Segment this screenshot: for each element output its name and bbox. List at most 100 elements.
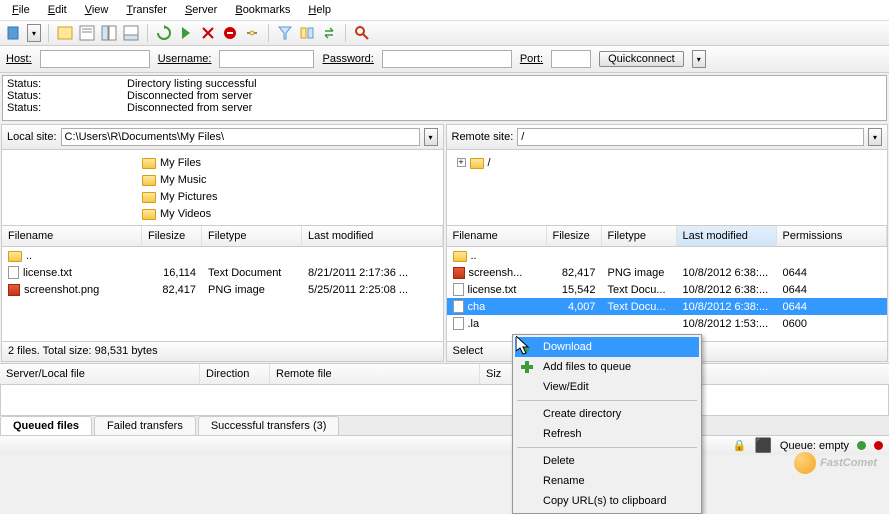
reconnect-icon[interactable] bbox=[243, 24, 261, 42]
menu-help[interactable]: Help bbox=[300, 2, 339, 18]
col-filetype[interactable]: Filetype bbox=[602, 226, 677, 246]
host-label: Host: bbox=[6, 53, 32, 65]
menu-rename[interactable]: Rename bbox=[515, 471, 699, 491]
watermark-icon bbox=[794, 452, 816, 474]
quickconnect-bar: Host: Username: Password: Port: Quickcon… bbox=[0, 46, 889, 73]
tree-node[interactable]: My Videos bbox=[142, 205, 443, 222]
local-file-list[interactable]: Filename Filesize Filetype Last modified… bbox=[2, 226, 443, 341]
cancel-icon[interactable] bbox=[199, 24, 217, 42]
toolbar: ▾ bbox=[0, 21, 889, 46]
menu-file[interactable]: File bbox=[4, 2, 38, 18]
col-filetype[interactable]: Filetype bbox=[202, 226, 302, 246]
toggle-queue-icon[interactable] bbox=[122, 24, 140, 42]
username-input[interactable] bbox=[219, 50, 314, 68]
col-server-file[interactable]: Server/Local file bbox=[0, 364, 200, 384]
col-lastmod[interactable]: Last modified bbox=[677, 226, 777, 246]
local-status: 2 files. Total size: 98,531 bytes bbox=[2, 341, 443, 361]
process-queue-icon[interactable] bbox=[177, 24, 195, 42]
toolbar-sep bbox=[147, 24, 148, 42]
list-row-parent[interactable]: .. bbox=[447, 247, 888, 264]
remote-path-dropdown[interactable]: ▾ bbox=[868, 128, 882, 146]
list-row[interactable]: license.txt 15,542 Text Docu... 10/8/201… bbox=[447, 281, 888, 298]
list-row-selected[interactable]: cha 4,007 Text Docu... 10/8/2012 6:38:..… bbox=[447, 298, 888, 315]
menu-copy-url[interactable]: Copy URL(s) to clipboard bbox=[515, 491, 699, 511]
port-input[interactable] bbox=[551, 50, 591, 68]
folder-icon bbox=[142, 192, 156, 203]
col-filesize[interactable]: Filesize bbox=[547, 226, 602, 246]
menu-separator bbox=[517, 447, 697, 448]
menu-separator bbox=[517, 400, 697, 401]
tree-node[interactable]: My Files bbox=[142, 154, 443, 171]
tree-node[interactable]: My Music bbox=[142, 171, 443, 188]
remote-file-list[interactable]: Filename Filesize Filetype Last modified… bbox=[447, 226, 888, 341]
remote-path-input[interactable] bbox=[517, 128, 864, 146]
menu-view-edit[interactable]: View/Edit bbox=[515, 377, 699, 397]
queue-status: Queue: empty bbox=[780, 440, 849, 452]
col-permissions[interactable]: Permissions bbox=[777, 226, 888, 246]
menu-bar: File Edit View Transfer Server Bookmarks… bbox=[0, 0, 889, 21]
quickconnect-dropdown[interactable]: ▾ bbox=[692, 50, 706, 68]
file-icon bbox=[8, 266, 19, 279]
menu-refresh[interactable]: Refresh bbox=[515, 424, 699, 444]
remote-tree[interactable]: +/ bbox=[447, 150, 888, 226]
menu-download[interactable]: Download bbox=[515, 337, 699, 357]
list-row[interactable]: screensh... 82,417 PNG image 10/8/2012 6… bbox=[447, 264, 888, 281]
list-row[interactable]: .la 10/8/2012 1:53:... 0600 bbox=[447, 315, 888, 332]
list-row-parent[interactable]: .. bbox=[2, 247, 443, 264]
disconnect-icon[interactable] bbox=[221, 24, 239, 42]
col-direction[interactable]: Direction bbox=[200, 364, 270, 384]
menu-view[interactable]: View bbox=[77, 2, 117, 18]
menu-bookmarks[interactable]: Bookmarks bbox=[227, 2, 298, 18]
tab-failed-transfers[interactable]: Failed transfers bbox=[94, 416, 196, 435]
add-icon bbox=[519, 359, 535, 375]
local-path-input[interactable] bbox=[61, 128, 420, 146]
activity-led-2 bbox=[874, 441, 883, 450]
status-label: Status: bbox=[7, 102, 127, 114]
remote-site-label: Remote site: bbox=[452, 131, 514, 143]
password-label: Password: bbox=[322, 53, 373, 65]
server-dropdown[interactable]: ▾ bbox=[27, 24, 41, 42]
col-remote-file[interactable]: Remote file bbox=[270, 364, 480, 384]
menu-add-to-queue[interactable]: Add files to queue bbox=[515, 357, 699, 377]
list-row[interactable]: screenshot.png 82,417 PNG image 5/25/201… bbox=[2, 281, 443, 298]
tab-queued-files[interactable]: Queued files bbox=[0, 416, 92, 435]
sitemanager-icon[interactable] bbox=[56, 24, 74, 42]
local-path-dropdown[interactable]: ▾ bbox=[424, 128, 438, 146]
queue-list[interactable] bbox=[0, 385, 889, 415]
find-icon[interactable] bbox=[353, 24, 371, 42]
sync-icon[interactable] bbox=[320, 24, 338, 42]
expand-icon[interactable]: + bbox=[457, 158, 466, 167]
local-tree[interactable]: My Files My Music My Pictures My Videos bbox=[2, 150, 443, 226]
menu-edit[interactable]: Edit bbox=[40, 2, 75, 18]
menu-transfer[interactable]: Transfer bbox=[118, 2, 175, 18]
filter-icon[interactable] bbox=[276, 24, 294, 42]
server-icon[interactable] bbox=[5, 24, 23, 42]
queue-tabs: Queued files Failed transfers Successful… bbox=[0, 415, 889, 435]
remote-pane: Remote site: ▾ +/ Filename Filesize File… bbox=[446, 124, 889, 362]
tree-node[interactable]: My Pictures bbox=[142, 188, 443, 205]
col-filesize[interactable]: Filesize bbox=[142, 226, 202, 246]
compare-icon[interactable] bbox=[298, 24, 316, 42]
menu-server[interactable]: Server bbox=[177, 2, 225, 18]
file-icon bbox=[453, 283, 464, 296]
col-filename[interactable]: Filename bbox=[447, 226, 547, 246]
toolbar-sep bbox=[48, 24, 49, 42]
status-bar: 🔒 ⬛ Queue: empty bbox=[0, 435, 889, 455]
activity-led-1 bbox=[857, 441, 866, 450]
menu-delete[interactable]: Delete bbox=[515, 451, 699, 471]
host-input[interactable] bbox=[40, 50, 150, 68]
queue-icon: ⬛ bbox=[754, 437, 771, 454]
toolbar-sep bbox=[268, 24, 269, 42]
col-filename[interactable]: Filename bbox=[2, 226, 142, 246]
col-lastmod[interactable]: Last modified bbox=[302, 226, 443, 246]
tree-node[interactable]: +/ bbox=[457, 154, 888, 171]
list-row[interactable]: license.txt 16,114 Text Document 8/21/20… bbox=[2, 264, 443, 281]
tab-successful-transfers[interactable]: Successful transfers (3) bbox=[198, 416, 340, 435]
quickconnect-button[interactable]: Quickconnect bbox=[599, 51, 684, 67]
menu-create-directory[interactable]: Create directory bbox=[515, 404, 699, 424]
toggle-tree-icon[interactable] bbox=[100, 24, 118, 42]
password-input[interactable] bbox=[382, 50, 512, 68]
message-log[interactable]: Status:Directory listing successful Stat… bbox=[2, 75, 887, 121]
refresh-icon[interactable] bbox=[155, 24, 173, 42]
toggle-log-icon[interactable] bbox=[78, 24, 96, 42]
